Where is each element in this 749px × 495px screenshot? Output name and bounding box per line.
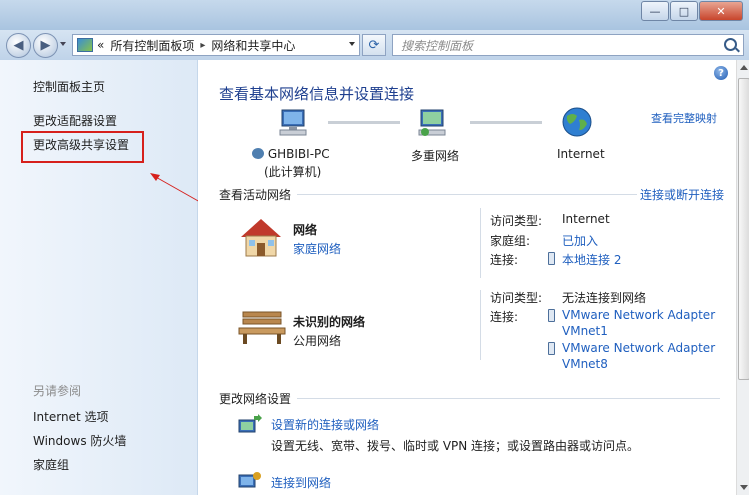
page-title: 查看基本网络信息并设置连接 (219, 85, 415, 103)
new-connection-desc: 设置无线、宽带、拨号、临时或 VPN 连接；或设置路由器或访问点。 (271, 439, 640, 453)
search-box[interactable]: 搜索控制面板 (392, 34, 744, 56)
plug-icon (548, 342, 555, 355)
house-icon[interactable] (237, 215, 285, 259)
highlight-box (21, 131, 144, 163)
connection-value-link[interactable]: 本地连接 2 (562, 251, 621, 268)
help-icon[interactable]: ? (714, 66, 728, 80)
network-divider (480, 208, 481, 278)
connection-value-link[interactable]: VMnet1 (562, 324, 608, 338)
connection-value-link[interactable]: VMnet8 (562, 357, 608, 371)
back-icon: ◀ (13, 38, 24, 53)
recent-pages-dropdown[interactable] (60, 42, 66, 46)
computer-name: GHBIBI-PC (267, 147, 330, 161)
network-name: 未识别的网络 (293, 315, 366, 329)
map-computer-sub: (此计算机) (264, 165, 322, 179)
close-button[interactable]: ✕ (699, 1, 743, 21)
connection-value-link[interactable]: VMware Network Adapter (562, 308, 715, 322)
connect-disconnect-link[interactable]: 连接或断开连接 (640, 186, 724, 203)
map-connector (470, 121, 542, 124)
scrollbar-thumb[interactable] (738, 78, 749, 380)
computer-icon[interactable] (276, 108, 310, 138)
connection-value-link[interactable]: VMware Network Adapter (562, 341, 715, 355)
vertical-scrollbar[interactable] (736, 60, 749, 495)
full-map-link[interactable]: 查看完整映射 (651, 110, 717, 126)
map-computer-label[interactable]: GHBIBI-PC (252, 147, 330, 161)
scroll-up-arrow[interactable] (740, 65, 748, 70)
breadcrumb-network-center[interactable]: 网络和共享中心 (211, 37, 295, 54)
network-type: 公用网络 (293, 334, 342, 348)
connection-label: 连接: (490, 253, 519, 267)
sidebar-item-firewall[interactable]: Windows 防火墙 (33, 432, 126, 449)
scroll-down-arrow[interactable] (740, 485, 748, 490)
network-name: 网络 (293, 223, 318, 237)
window-controls: — □ ✕ (640, 1, 743, 21)
access-type-label: 访问类型: (490, 214, 543, 228)
connection-label: 连接: (490, 310, 519, 324)
access-type-value: Internet (562, 212, 610, 226)
search-input[interactable]: 搜索控制面板 (401, 37, 473, 54)
address-dropdown[interactable] (349, 42, 355, 46)
network-icon[interactable] (415, 108, 449, 138)
sidebar-item-home[interactable]: 控制面板主页 (33, 78, 105, 95)
plug-icon (548, 252, 555, 265)
network-divider (480, 290, 481, 360)
forward-button[interactable]: ▶ (33, 33, 58, 58)
plug-icon (548, 309, 555, 322)
access-type-label: 访问类型: (490, 291, 543, 305)
sidebar-item-adapter[interactable]: 更改适配器设置 (33, 112, 117, 129)
back-button[interactable]: ◀ (6, 33, 31, 58)
see-also-label: 另请参阅 (33, 384, 82, 398)
section-divider (297, 194, 637, 195)
breadcrumb-all-items[interactable]: 所有控制面板项 (110, 37, 194, 54)
network-type-link[interactable]: 家庭网络 (293, 240, 341, 257)
access-type-value: 无法连接到网络 (562, 291, 647, 305)
section-divider (297, 398, 720, 399)
control-panel-icon (77, 38, 93, 52)
navigation-bar: ◀ ▶ « 所有控制面板项 ▸ 网络和共享中心 ⟳ 搜索控制面板 (0, 30, 749, 60)
homegroup-label: 家庭组: (490, 234, 531, 248)
change-settings-heading: 更改网络设置 (219, 392, 292, 406)
breadcrumb-separator[interactable]: ▸ (200, 40, 205, 51)
minimize-button[interactable]: — (641, 1, 669, 21)
maximize-button[interactable]: □ (670, 1, 698, 21)
refresh-icon: ⟳ (368, 37, 380, 53)
new-connection-icon[interactable] (236, 414, 262, 438)
map-connector (328, 121, 400, 124)
active-networks-heading: 查看活动网络 (219, 188, 292, 202)
map-middle-label[interactable]: 多重网络 (411, 147, 459, 164)
connect-icon[interactable] (236, 470, 262, 492)
computer-icon (252, 148, 264, 159)
refresh-button[interactable]: ⟳ (362, 34, 386, 56)
forward-icon: ▶ (40, 38, 51, 53)
homegroup-value-link[interactable]: 已加入 (562, 232, 598, 249)
search-icon[interactable] (724, 38, 737, 51)
globe-icon[interactable] (561, 106, 593, 138)
sidebar-item-internet-options[interactable]: Internet 选项 (33, 408, 108, 425)
bench-icon[interactable] (237, 308, 287, 346)
address-root-chevron[interactable]: « (97, 38, 104, 52)
new-connection-link[interactable]: 设置新的连接或网络 (271, 416, 379, 433)
address-bar[interactable]: « 所有控制面板项 ▸ 网络和共享中心 (72, 34, 360, 56)
sidebar-item-homegroup[interactable]: 家庭组 (33, 456, 69, 473)
map-internet-label[interactable]: Internet (557, 147, 605, 161)
annotation-arrow (150, 173, 201, 203)
connect-network-link[interactable]: 连接到网络 (271, 474, 331, 491)
title-bar: — □ ✕ (0, 0, 749, 30)
